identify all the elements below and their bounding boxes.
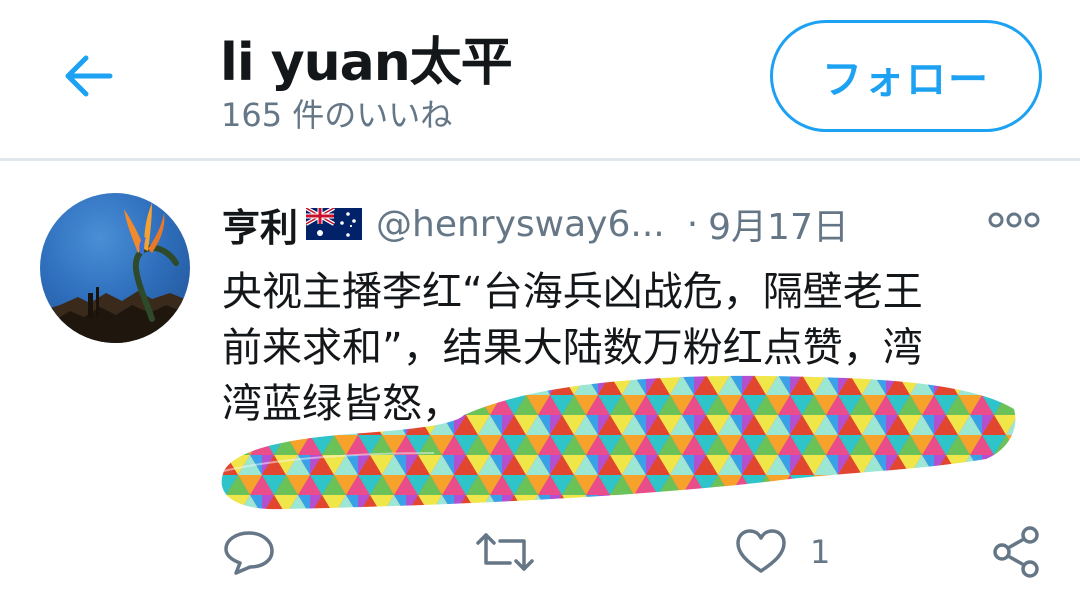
profile-header: li yuan太平 165 件のいいね フォロー: [0, 0, 1080, 158]
tweet-meta: 亨利 @henrysway6... · 9月17日: [222, 196, 849, 252]
reply-button[interactable]: [222, 520, 276, 584]
share-icon: [993, 526, 1039, 578]
retweet-icon: [476, 533, 534, 571]
header-divider: [0, 158, 1080, 161]
avatar[interactable]: [40, 193, 190, 343]
back-button[interactable]: [58, 50, 118, 102]
redaction-scribble: [221, 375, 1016, 510]
author-name[interactable]: 亨利: [222, 197, 298, 252]
more-options-button[interactable]: [986, 202, 1042, 238]
arrow-left-icon: [65, 55, 113, 97]
share-button[interactable]: [990, 520, 1044, 584]
like-button[interactable]: 1: [734, 520, 830, 584]
more-dots-icon: [988, 212, 1040, 228]
follow-button[interactable]: フォロー: [770, 20, 1042, 132]
like-count: 1: [810, 533, 831, 571]
meta-separator: ·: [686, 203, 699, 245]
heart-icon: [736, 529, 786, 573]
author-handle[interactable]: @henrysway6...: [376, 204, 665, 245]
tweet-actions: 1: [0, 520, 1080, 590]
australia-flag-icon: [305, 206, 363, 240]
tweet-date[interactable]: 9月17日: [708, 198, 849, 250]
likes-count-label: 165 件のいいね: [221, 96, 453, 134]
profile-title: li yuan太平: [220, 33, 513, 93]
reply-bubble-icon: [224, 531, 274, 575]
retweet-button[interactable]: [474, 520, 536, 584]
